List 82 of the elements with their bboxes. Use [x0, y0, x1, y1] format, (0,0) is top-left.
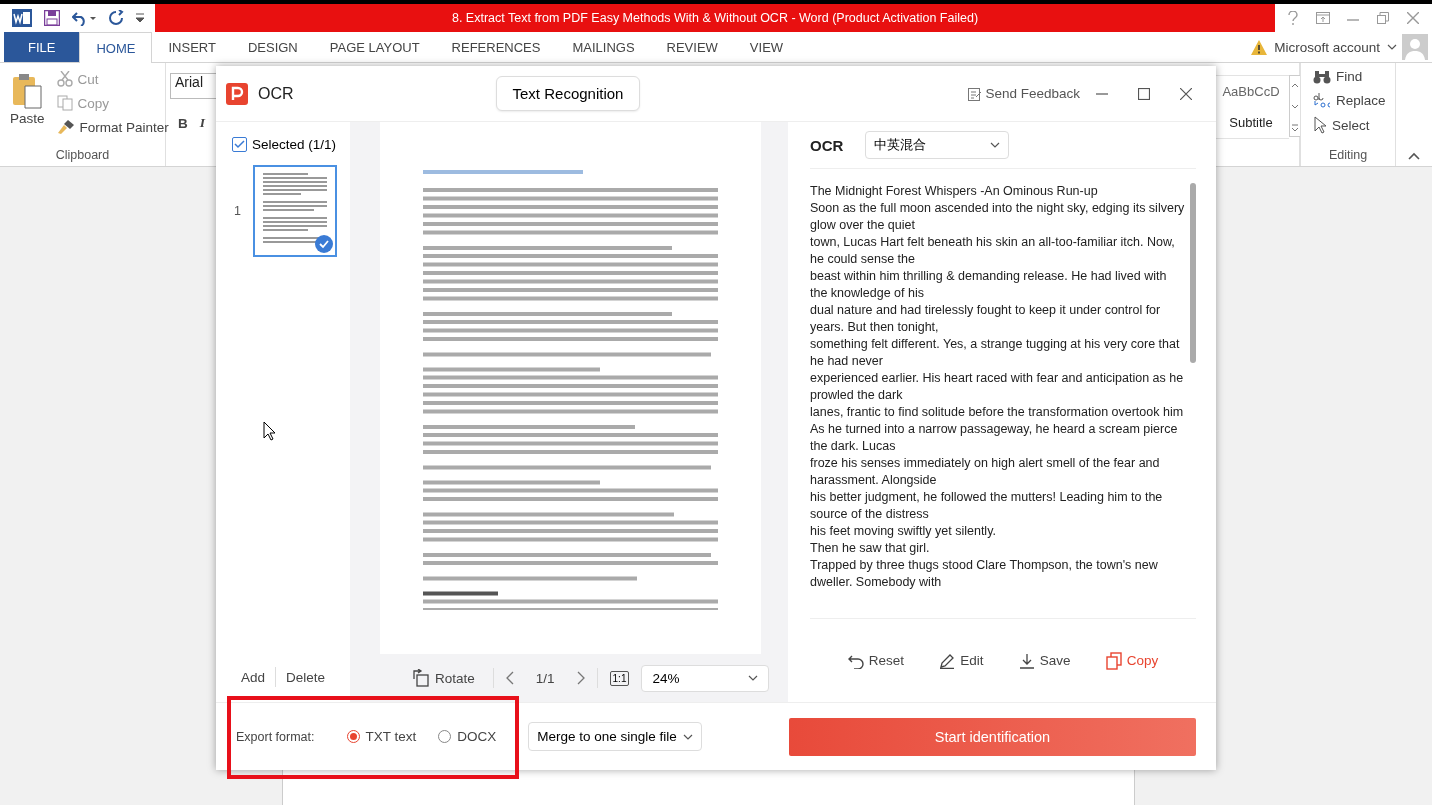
ribbon-tab[interactable]: INSERT [152, 32, 232, 62]
previous-page-icon[interactable] [505, 671, 514, 685]
warning-icon [1251, 39, 1268, 55]
result-label: OCR [810, 136, 844, 154]
check-badge-icon [314, 235, 333, 253]
mouse-cursor-icon [263, 421, 276, 441]
ribbon-tab[interactable]: FILE [4, 32, 80, 62]
page-number: 1 [234, 204, 241, 218]
paintbrush-icon [56, 119, 75, 135]
gallery-scroll-icon[interactable] [1289, 75, 1301, 137]
save-button[interactable]: Save [1012, 651, 1077, 670]
italic-button[interactable]: I [197, 113, 207, 133]
copy-icon [1105, 651, 1122, 670]
ribbon-tab[interactable]: PAGE LAYOUT [313, 32, 436, 62]
restore-icon[interactable] [1377, 12, 1390, 24]
zoom-dropdown[interactable]: 24% [641, 664, 770, 692]
add-button[interactable]: Add [238, 667, 267, 687]
customize-caret-icon[interactable] [136, 13, 144, 23]
clipboard-icon [12, 73, 43, 109]
ribbon-tab[interactable]: REVIEW [650, 32, 734, 62]
download-icon [1018, 652, 1035, 669]
save-icon[interactable] [44, 10, 60, 26]
checkmark-icon [234, 140, 245, 149]
rotate-button[interactable]: Rotate [406, 668, 481, 688]
style-name[interactable]: Subtitle [1229, 115, 1273, 130]
dialog-title: OCR [258, 84, 294, 103]
group-label: Clipboard [55, 148, 110, 162]
replace-button[interactable]: Replace [1311, 90, 1385, 110]
feedback-icon [968, 86, 983, 101]
ribbon-tab[interactable]: REFERENCES [435, 32, 557, 62]
redo-icon[interactable] [108, 10, 124, 26]
bold-button[interactable]: B [176, 113, 190, 133]
ribbon-tab[interactable]: VIEW [733, 32, 800, 62]
mode-button[interactable]: Text Recognition [495, 76, 641, 111]
scissors-icon [56, 71, 73, 87]
chevron-down-icon [682, 733, 693, 740]
caret-icon [1387, 44, 1397, 50]
pointer-icon [1313, 116, 1327, 134]
ribbon-tab[interactable]: HOME [79, 32, 153, 63]
help-icon[interactable] [1287, 11, 1298, 25]
select-all-checkbox[interactable]: Selected (1/1) [216, 136, 350, 153]
export-format-label: Export format: [236, 729, 315, 744]
copy-button[interactable]: Copy [1099, 650, 1165, 671]
page-indicator: 1/1 [534, 670, 556, 686]
pencil-icon [939, 652, 956, 669]
font-name-field[interactable]: Arial [170, 73, 218, 99]
app-logo-icon [226, 82, 248, 105]
group-label: Editing [1328, 148, 1368, 162]
maximize-icon[interactable] [1138, 87, 1150, 100]
close-icon[interactable] [1180, 87, 1192, 100]
rotate-icon [412, 669, 430, 687]
collapse-ribbon-icon[interactable] [1408, 152, 1420, 160]
ribbon-display-icon[interactable] [1315, 12, 1330, 24]
feedback-link[interactable]: Send Feedback [962, 85, 1086, 102]
edit-button[interactable]: Edit [933, 651, 990, 670]
format-painter-button[interactable]: Format Painter [54, 117, 171, 137]
next-page-icon[interactable] [576, 671, 585, 685]
word-logo-icon[interactable] [12, 9, 32, 27]
style-preview[interactable]: AaBbCcD [1222, 84, 1280, 99]
chevron-down-icon [748, 675, 759, 681]
page-thumbnail[interactable] [252, 165, 337, 257]
find-button[interactable]: Find [1311, 67, 1385, 86]
ribbon-tab[interactable]: MAILINGS [556, 32, 651, 62]
merge-dropdown[interactable]: Merge to one single file [528, 722, 702, 751]
undo-icon[interactable] [72, 10, 96, 26]
scrollbar-thumb[interactable] [1190, 183, 1196, 363]
paste-button[interactable]: Paste [8, 69, 47, 148]
format-radio[interactable]: DOCX [432, 729, 503, 744]
account-menu[interactable]: Microsoft account [1272, 37, 1382, 57]
language-dropdown[interactable]: 中英混合 [865, 131, 1010, 159]
ocr-result-text[interactable]: The Midnight Forest Whispers -An Ominous Run-up Soon as the full moon ascended into the night sky, edging its silvery glow over the quiet town, Lucas Hart felt beneath his skin an all-too-familiar itch. Now, he could sense the beast within him thrilling & demanding release. He had lived with the knowledge of his dual nature and had tirelessly fought to keep it under control for years. But then tonight, something felt different. Yes, a strange tugging at his very core that he had never experienced earlier. His heart raced with fear and anticipation as he prowled the dark lanes, frantic to find solitude before the transformation overtook him As he turned into a narrow passageway, he heard a scream pierce the dark. Lucas froze his senses immediately on high alert smell of the fear and harassment. Alongside his better judgment, he followed the mutters! Leading him to the source of the distress his feet moving swiftly yet silently. Then he saw that girl. Trapped by three thugs stood Clare Thompson, the town's new dweller. Somebody with [810, 183, 1186, 618]
copy-icon [56, 95, 73, 111]
select-button[interactable]: Select [1311, 114, 1385, 136]
window-title: 8. Extract Text from PDF Easy Methods With & Without OCR - Word (Product Activation Failed) [155, 4, 1275, 32]
format-radio[interactable]: TXT text [340, 729, 423, 744]
actual-size-button[interactable]: 1:1 [609, 670, 630, 686]
chevron-down-icon [990, 142, 1001, 148]
binoculars-icon [1313, 69, 1331, 84]
replace-icon [1313, 92, 1331, 108]
delete-button[interactable]: Delete [284, 667, 328, 687]
ribbon-tab[interactable]: DESIGN [231, 32, 314, 62]
reset-button[interactable]: Reset [841, 651, 910, 670]
